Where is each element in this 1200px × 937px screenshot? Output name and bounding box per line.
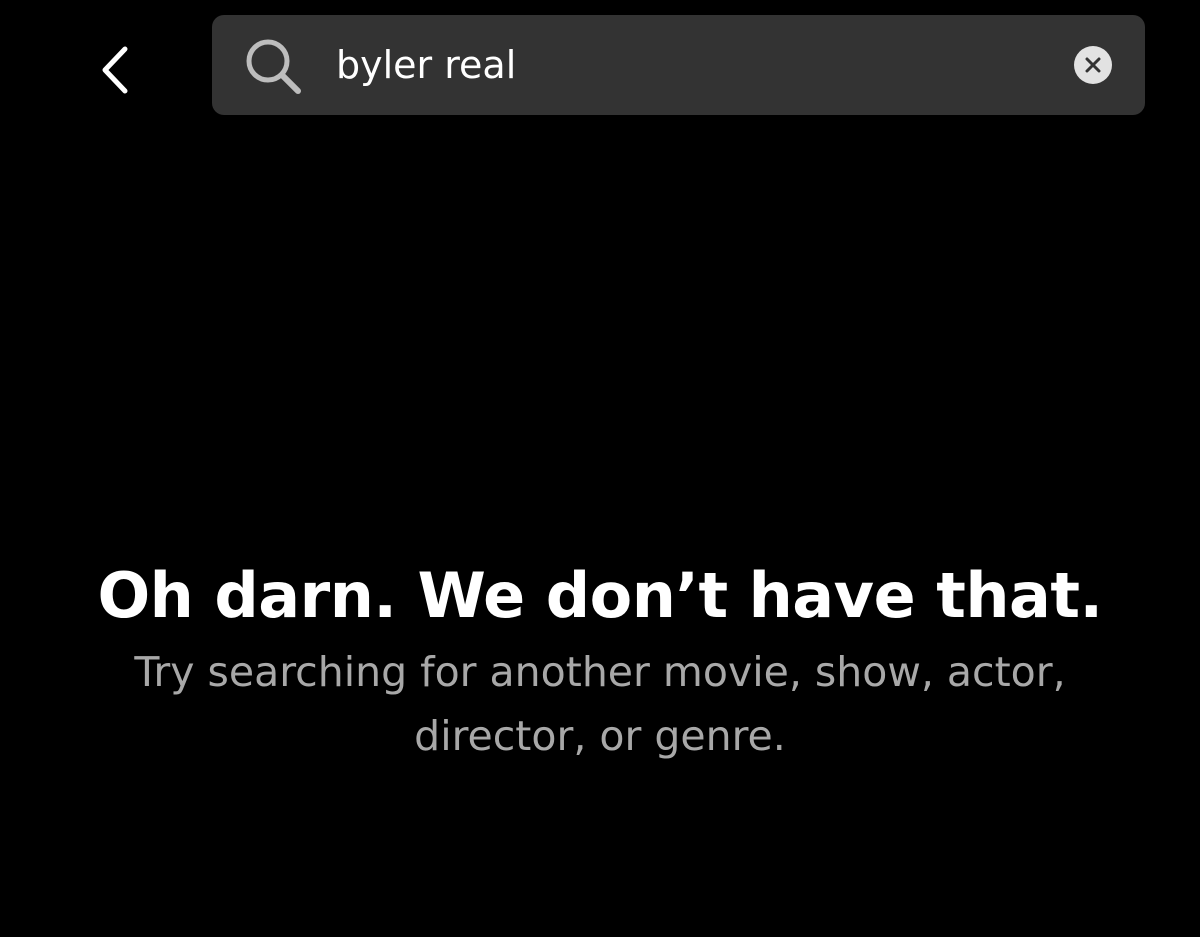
close-icon	[1085, 57, 1101, 73]
empty-state: Oh darn. We don’t have that. Try searchi…	[0, 552, 1200, 768]
chevron-left-icon	[102, 46, 128, 94]
empty-state-subtitle: Try searching for another movie, show, a…	[134, 648, 1066, 760]
search-icon	[246, 39, 301, 94]
search-bar[interactable]	[212, 15, 1145, 115]
back-button[interactable]	[88, 40, 142, 100]
empty-state-title: Oh darn. We don’t have that.	[97, 559, 1103, 632]
search-input[interactable]	[336, 35, 1056, 95]
clear-search-button[interactable]	[1074, 46, 1112, 84]
